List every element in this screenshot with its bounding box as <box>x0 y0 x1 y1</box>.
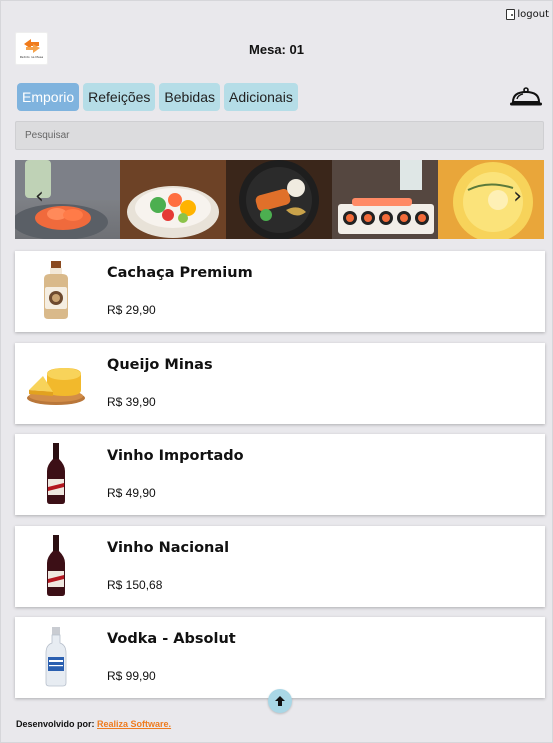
carousel-slide-2 <box>120 160 226 239</box>
table-number-title: Mesa: 01 <box>249 42 304 57</box>
developer-link[interactable]: Realiza Software. <box>97 719 171 729</box>
product-name: Cachaça Premium <box>107 265 253 281</box>
search-input[interactable] <box>15 121 544 150</box>
carousel-slide-3 <box>226 160 332 239</box>
carousel-slide-5 <box>438 160 544 239</box>
tab-bebidas[interactable]: Bebidas <box>159 83 220 111</box>
arrow-up-icon <box>275 696 285 706</box>
product-price: R$ 150,68 <box>107 577 163 592</box>
product-name: Queijo Minas <box>107 356 213 373</box>
logout-label: logout <box>517 9 549 20</box>
product-name: Vinho Importado <box>107 448 244 464</box>
carousel-next-button[interactable]: › <box>513 186 522 208</box>
logout-button[interactable]: logout <box>506 9 549 20</box>
product-price: R$ 49,90 <box>107 486 156 500</box>
door-icon <box>506 9 516 20</box>
carousel-slide-1 <box>15 160 120 239</box>
scroll-to-top-button[interactable] <box>268 689 292 713</box>
product-price: R$ 39,90 <box>107 394 156 409</box>
banner-carousel: ‹ › <box>15 160 544 239</box>
product-card[interactable]: Vinho Nacional R$ 150,68 <box>15 525 545 607</box>
product-card[interactable]: Queijo Minas R$ 39,90 <box>15 342 545 424</box>
footer-credits: Desenvolvido por: Realiza Software. <box>16 719 171 729</box>
wine-bottle-icon <box>25 534 87 598</box>
product-card[interactable]: Vinho Importado R$ 49,90 <box>15 434 545 515</box>
product-card[interactable]: Vodka - Absolut R$ 99,90 <box>15 617 545 698</box>
category-tabs: Emporio Refeições Bebidas Adicionais <box>17 83 298 111</box>
product-price: R$ 29,90 <box>107 303 156 317</box>
tab-refeicoes[interactable]: Refeições <box>83 83 156 111</box>
carousel-prev-button[interactable]: ‹ <box>35 186 44 208</box>
footer-prefix: Desenvolvido por: <box>16 719 95 729</box>
vodka-bottle-icon <box>25 625 87 689</box>
cheese-icon <box>25 351 87 415</box>
product-price: R$ 99,90 <box>107 669 156 683</box>
bottle-icon <box>25 259 87 323</box>
wine-bottle-icon <box>25 442 87 506</box>
product-list: Cachaça Premium R$ 29,90 Queijo Minas R$… <box>15 251 545 709</box>
product-name: Vinho Nacional <box>107 539 230 556</box>
product-card[interactable]: Cachaça Premium R$ 29,90 <box>15 251 545 332</box>
tab-adicionais[interactable]: Adicionais <box>224 83 298 111</box>
cloche-order-icon[interactable] <box>509 86 543 108</box>
tab-emporio[interactable]: Emporio <box>17 83 80 111</box>
carousel-slide-4 <box>332 160 438 239</box>
product-name: Vodka - Absolut <box>107 631 236 647</box>
